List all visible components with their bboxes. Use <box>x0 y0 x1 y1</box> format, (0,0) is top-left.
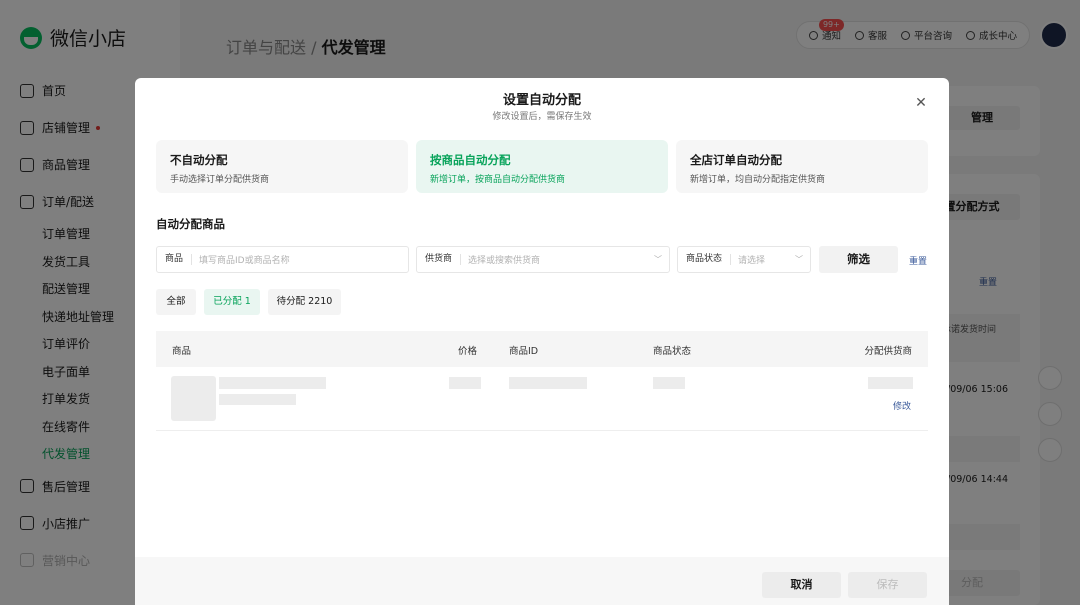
product-field-label: 商品 <box>157 254 193 265</box>
col-product-id: 商品ID <box>509 346 539 357</box>
dialog-subtitle: 修改设置后，需保存生效 <box>492 112 592 122</box>
auto-assign-dialog: 设置自动分配 修改设置后，需保存生效 ✕ 不自动分配 手动选择订单分配供货商 按… <box>135 78 949 605</box>
option-by-product[interactable]: 按商品自动分配 新增订单，按商品自动分配供货商 <box>416 140 668 193</box>
status-select[interactable]: 商品状态 请选择 ﹀ <box>677 246 811 273</box>
dialog-footer: 取消 保存 <box>135 557 949 605</box>
reset-link[interactable]: 重置 <box>909 254 927 267</box>
product-field-placeholder: 填写商品ID或商品名称 <box>199 256 290 266</box>
chevron-down-icon: ﹀ <box>654 255 662 264</box>
product-name-placeholder <box>219 377 326 389</box>
table-header: 商品 价格 商品ID 商品状态 分配供货商 <box>156 331 928 367</box>
status-placeholder <box>653 377 685 389</box>
col-status: 商品状态 <box>653 346 692 357</box>
supplier-field-placeholder: 选择或搜索供货商 <box>468 256 541 266</box>
table-row: 修改 <box>156 367 928 431</box>
option-no-auto[interactable]: 不自动分配 手动选择订单分配供货商 <box>156 140 408 193</box>
supplier-field-label: 供货商 <box>417 254 462 265</box>
col-product: 商品 <box>172 346 192 357</box>
product-thumbnail-placeholder <box>171 376 216 421</box>
save-button[interactable]: 保存 <box>848 572 927 598</box>
filter-button[interactable]: 筛选 <box>819 246 898 273</box>
product-search-input[interactable]: 商品 填写商品ID或商品名称 <box>156 246 409 273</box>
option-title: 不自动分配 <box>170 153 228 167</box>
option-title: 全店订单自动分配 <box>690 153 782 167</box>
price-placeholder <box>449 377 481 389</box>
col-supplier: 分配供货商 <box>864 346 912 357</box>
col-price: 价格 <box>458 346 478 357</box>
option-desc: 新增订单，均自动分配指定供货商 <box>690 175 826 185</box>
close-icon[interactable]: ✕ <box>915 96 927 110</box>
option-title: 按商品自动分配 <box>430 153 511 167</box>
option-desc: 新增订单，按商品自动分配供货商 <box>430 175 566 185</box>
supplier-select[interactable]: 供货商 选择或搜索供货商 ﹀ <box>416 246 670 273</box>
option-desc: 手动选择订单分配供货商 <box>170 175 270 185</box>
supplier-placeholder <box>868 377 913 389</box>
chevron-down-icon: ﹀ <box>795 255 803 264</box>
cancel-button[interactable]: 取消 <box>762 572 841 598</box>
edit-link[interactable]: 修改 <box>893 399 911 412</box>
product-sub-placeholder <box>219 394 296 405</box>
option-whole-store[interactable]: 全店订单自动分配 新增订单，均自动分配指定供货商 <box>676 140 928 193</box>
status-field-placeholder: 请选择 <box>738 256 766 266</box>
tag-all[interactable]: 全部 <box>156 289 196 315</box>
section-title: 自动分配商品 <box>156 217 225 231</box>
tag-pending[interactable]: 待分配 2210 <box>268 289 341 315</box>
product-id-placeholder <box>509 377 587 389</box>
dialog-title: 设置自动分配 <box>502 93 581 108</box>
tag-assigned[interactable]: 已分配 1 <box>204 289 260 315</box>
status-field-label: 商品状态 <box>678 254 732 265</box>
